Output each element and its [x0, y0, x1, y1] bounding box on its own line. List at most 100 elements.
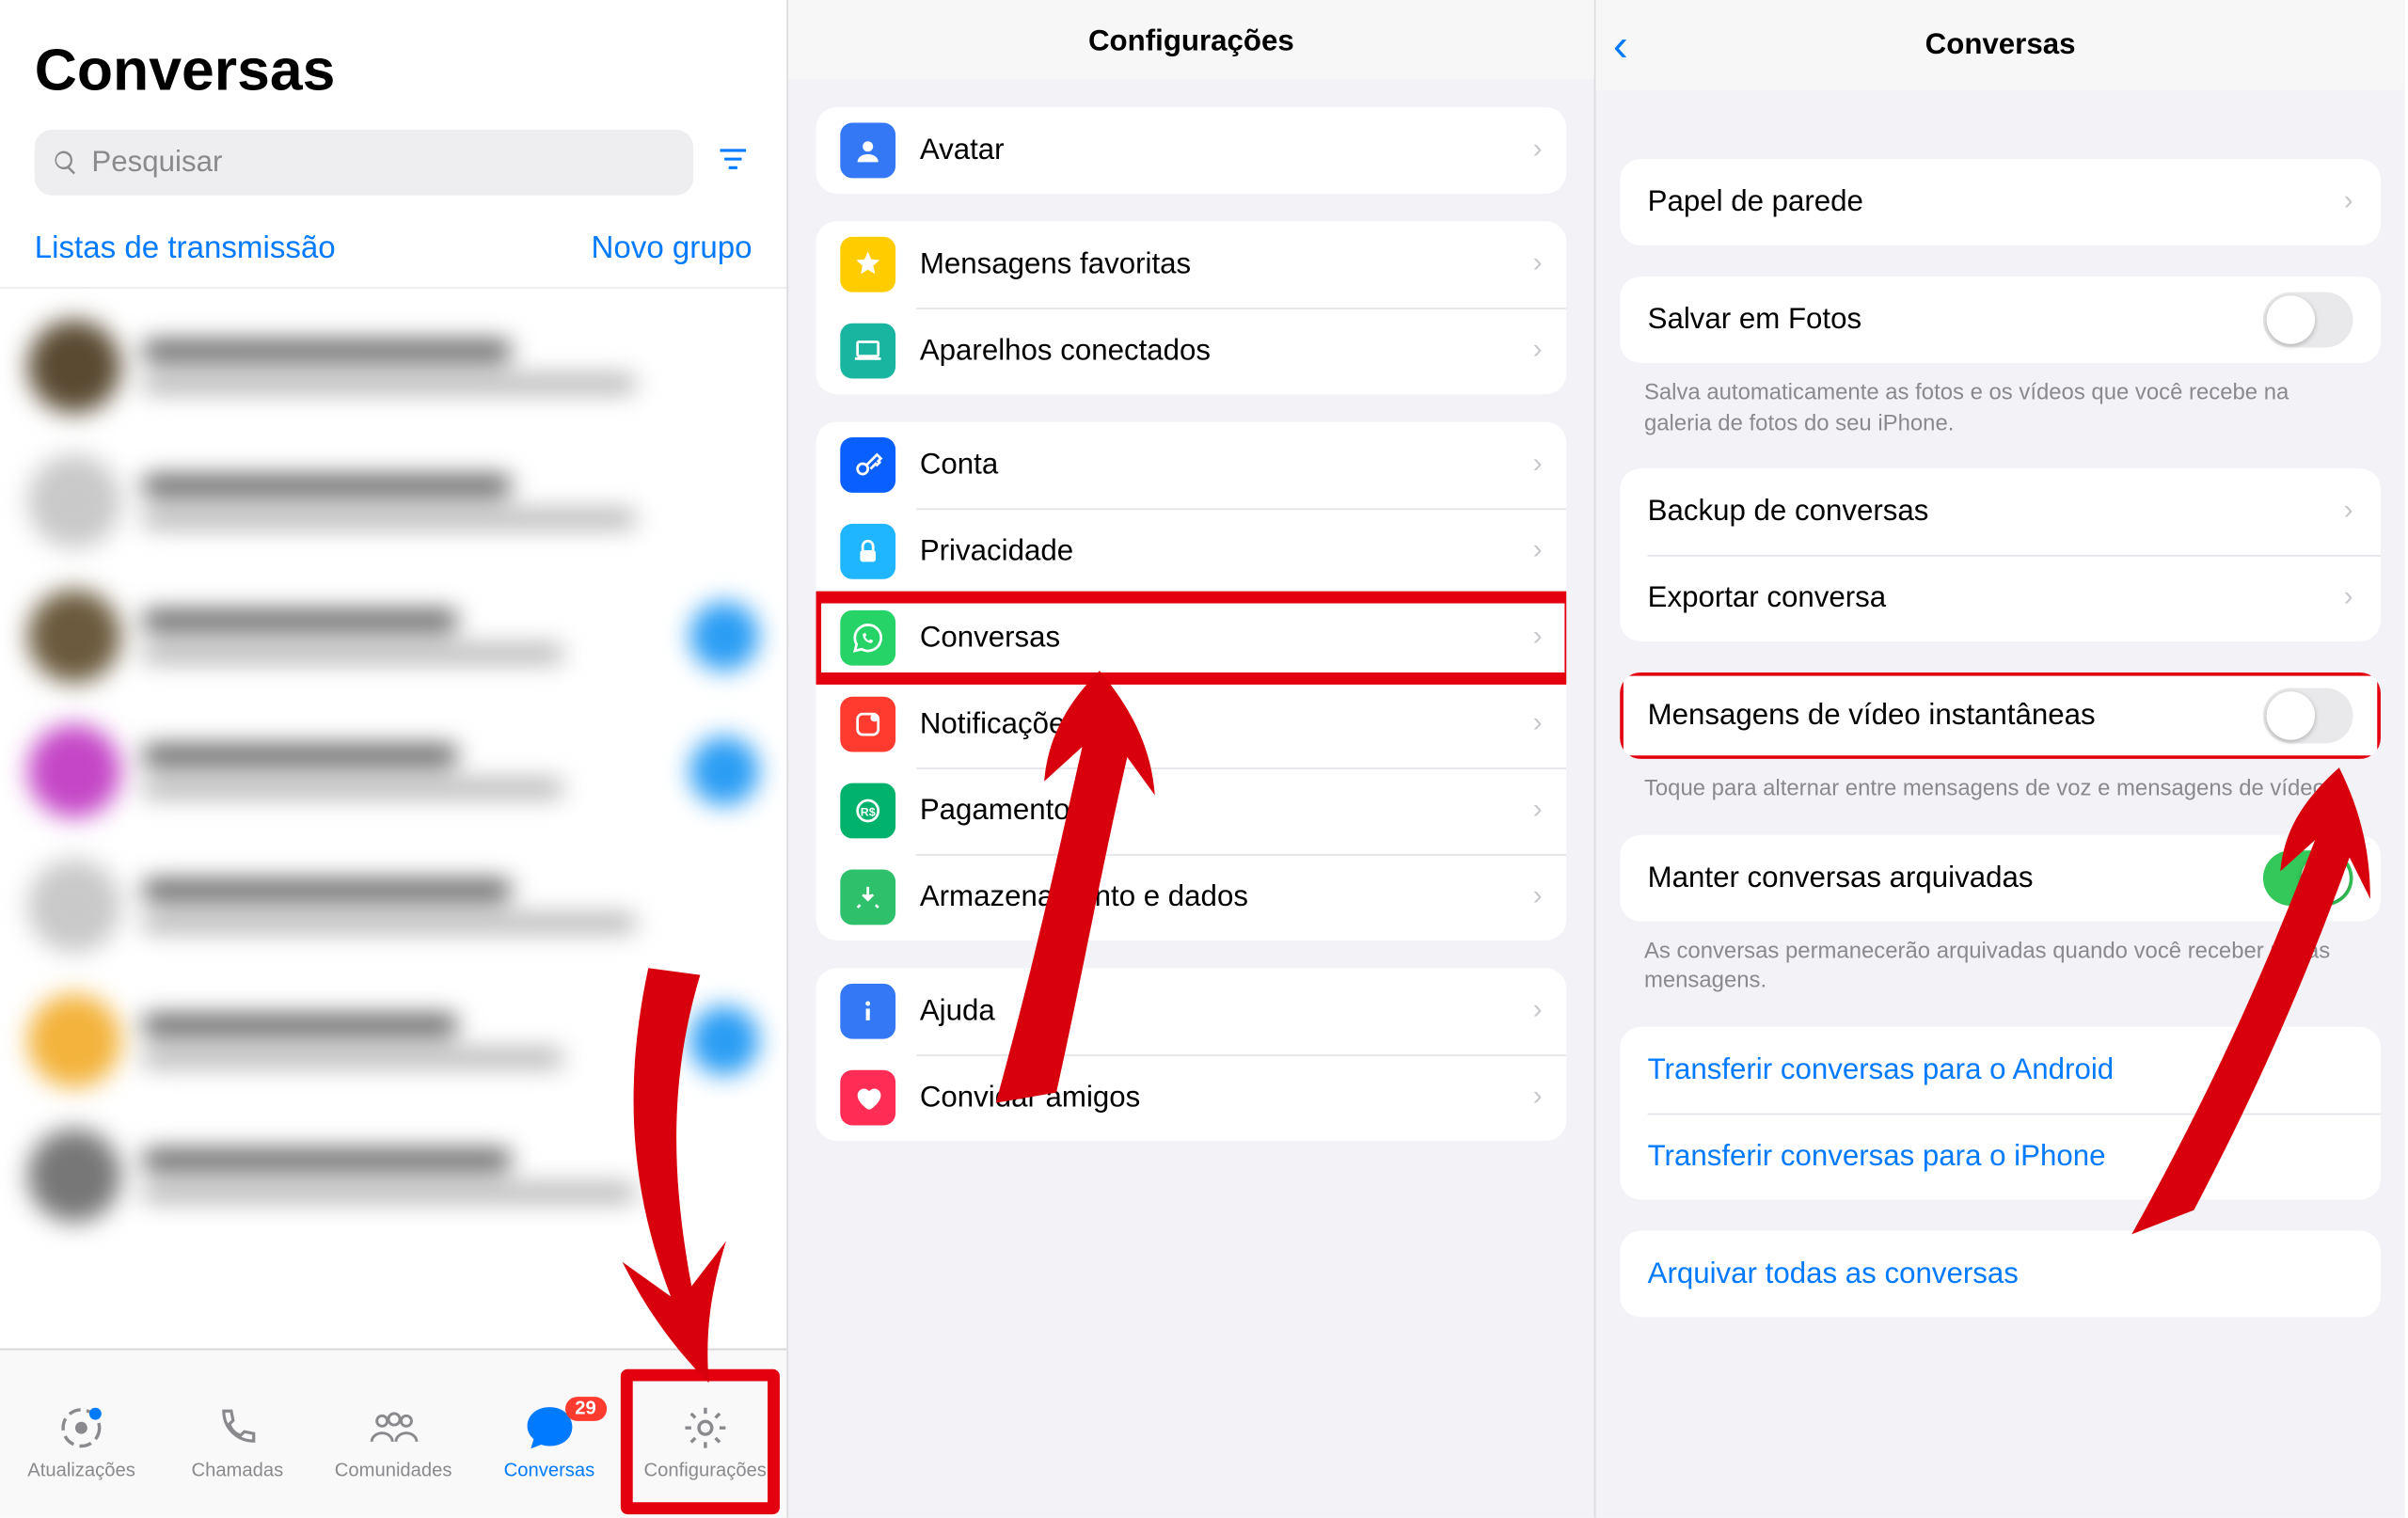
row-label: Aparelhos conectados [920, 334, 1533, 369]
row-favorites[interactable]: Mensagens favoritas › [816, 221, 1567, 308]
list-item[interactable] [0, 299, 786, 434]
chevron-right-icon: › [2344, 497, 2353, 528]
back-button[interactable]: ‹ [1613, 18, 1628, 71]
search-input[interactable]: Pesquisar [35, 130, 693, 196]
chevron-right-icon: › [1533, 450, 1543, 481]
search-icon [52, 149, 79, 176]
chevron-right-icon: › [2344, 187, 2353, 218]
group-wallpaper: Papel de parede › [1620, 159, 2381, 245]
tab-label: Chamadas [191, 1460, 283, 1480]
tab-label: Atualizações [27, 1460, 135, 1480]
broadcast-lists-link[interactable]: Listas de transmissão [35, 229, 336, 266]
chevron-right-icon: › [1533, 996, 1543, 1027]
note-instant-video: Toque para alternar entre mensagens de v… [1595, 759, 2404, 803]
screen-settings: Configurações Avatar › Mensagens favorit… [786, 0, 1595, 1518]
toggle-keep-archived[interactable] [2263, 850, 2353, 906]
row-transfer-android[interactable]: Transferir conversas para o Android [1620, 1026, 2381, 1113]
row-privacy[interactable]: Privacidade › [816, 508, 1567, 594]
star-icon [840, 237, 895, 293]
svg-text:R$: R$ [861, 806, 876, 819]
unread-badge: 29 [564, 1396, 607, 1420]
row-chats[interactable]: Conversas › [816, 594, 1567, 681]
row-export[interactable]: Exportar conversa › [1620, 555, 2381, 641]
tab-calls[interactable]: Chamadas [159, 1398, 315, 1480]
row-payments[interactable]: R$ Pagamentos › [816, 767, 1567, 854]
links-row: Listas de transmissão Novo grupo [0, 196, 786, 289]
communities-icon [368, 1398, 420, 1456]
row-transfer-iphone[interactable]: Transferir conversas para o iPhone [1620, 1113, 2381, 1199]
page-title: Configurações [788, 0, 1594, 80]
row-help[interactable]: Ajuda › [816, 968, 1567, 1054]
row-label: Conta [920, 448, 1533, 482]
row-label: Transferir conversas para o Android [1648, 1052, 2353, 1087]
chat-list-blurred [0, 289, 786, 1243]
group-save-photos: Salvar em Fotos [1620, 277, 2381, 363]
row-label: Mensagens de vídeo instantâneas [1648, 699, 2263, 734]
list-item[interactable] [0, 838, 786, 972]
screen-chat-settings: ‹ Conversas Papel de parede › Salvar em … [1595, 0, 2404, 1518]
row-label: Exportar conversa [1648, 581, 2344, 616]
storage-icon [840, 870, 895, 925]
payments-icon: R$ [840, 783, 895, 839]
avatar-icon [840, 122, 895, 178]
row-label: Armazenamento e dados [920, 880, 1533, 915]
chevron-right-icon: › [1533, 623, 1543, 654]
row-invite[interactable]: Convidar amigos › [816, 1054, 1567, 1141]
note-keep-archived: As conversas permanecerão arquivadas qua… [1595, 921, 2404, 995]
row-linked-devices[interactable]: Aparelhos conectados › [816, 308, 1567, 394]
group-archive-all: Arquivar todas as conversas [1620, 1230, 2381, 1317]
list-item[interactable] [0, 569, 786, 704]
row-notifications[interactable]: Notificações › [816, 681, 1567, 767]
chevron-right-icon: › [1533, 134, 1543, 166]
list-item[interactable] [0, 1108, 786, 1242]
lock-icon [840, 524, 895, 579]
list-item[interactable] [0, 434, 786, 568]
row-account[interactable]: Conta › [816, 421, 1567, 508]
row-save-photos[interactable]: Salvar em Fotos [1620, 277, 2381, 363]
note-save-photos: Salva automaticamente as fotos e os víde… [1595, 363, 2404, 437]
chevron-right-icon: › [1533, 709, 1543, 740]
row-label: Salvar em Fotos [1648, 303, 2263, 338]
tab-settings[interactable]: Configurações [627, 1398, 784, 1480]
status-icon [57, 1398, 105, 1456]
row-label: Arquivar todas as conversas [1648, 1257, 2353, 1291]
row-label: Privacidade [920, 534, 1533, 569]
row-label: Convidar amigos [920, 1081, 1533, 1115]
row-avatar[interactable]: Avatar › [816, 107, 1567, 194]
new-group-link[interactable]: Novo grupo [591, 229, 752, 266]
tab-label: Comunidades [335, 1460, 452, 1480]
row-label: Papel de parede [1648, 185, 2344, 220]
row-label: Manter conversas arquivadas [1648, 861, 2263, 895]
list-item[interactable] [0, 704, 786, 838]
page-title: Conversas [35, 38, 752, 105]
row-label: Pagamentos [920, 794, 1533, 829]
row-label: Backup de conversas [1648, 495, 2344, 530]
toggle-instant-video[interactable] [2263, 688, 2353, 744]
chats-header: Conversas Pesquisar [0, 0, 786, 196]
laptop-icon [840, 324, 895, 379]
tab-bar: Atualizações Chamadas Comunidades 29 Co [0, 1349, 786, 1518]
row-archive-all[interactable]: Arquivar todas as conversas [1620, 1230, 2381, 1317]
key-icon [840, 437, 895, 493]
tab-communities[interactable]: Comunidades [315, 1398, 471, 1480]
row-storage[interactable]: Armazenamento e dados › [816, 854, 1567, 941]
chevron-right-icon: › [1533, 249, 1543, 280]
page-title: Conversas [1925, 27, 2076, 62]
row-wallpaper[interactable]: Papel de parede › [1620, 159, 2381, 245]
row-instant-video[interactable]: Mensagens de vídeo instantâneas [1620, 672, 2381, 759]
chevron-right-icon: › [1533, 1083, 1543, 1114]
list-item[interactable] [0, 973, 786, 1108]
row-keep-archived[interactable]: Manter conversas arquivadas [1620, 834, 2381, 921]
toggle-save-photos[interactable] [2263, 293, 2353, 348]
filter-icon[interactable] [714, 141, 752, 184]
tab-updates[interactable]: Atualizações [4, 1398, 160, 1480]
group-keep-archived: Manter conversas arquivadas [1620, 834, 2381, 921]
row-label: Conversas [920, 621, 1533, 656]
row-label: Ajuda [920, 994, 1533, 1029]
chevron-right-icon: › [1533, 795, 1543, 826]
info-icon [840, 984, 895, 1039]
row-backup[interactable]: Backup de conversas › [1620, 468, 2381, 555]
tab-chats[interactable]: 29 Conversas [471, 1398, 627, 1480]
gear-icon [681, 1398, 729, 1456]
settings-group-main: Conta › Privacidade › Conversas › Notifi… [816, 421, 1567, 940]
